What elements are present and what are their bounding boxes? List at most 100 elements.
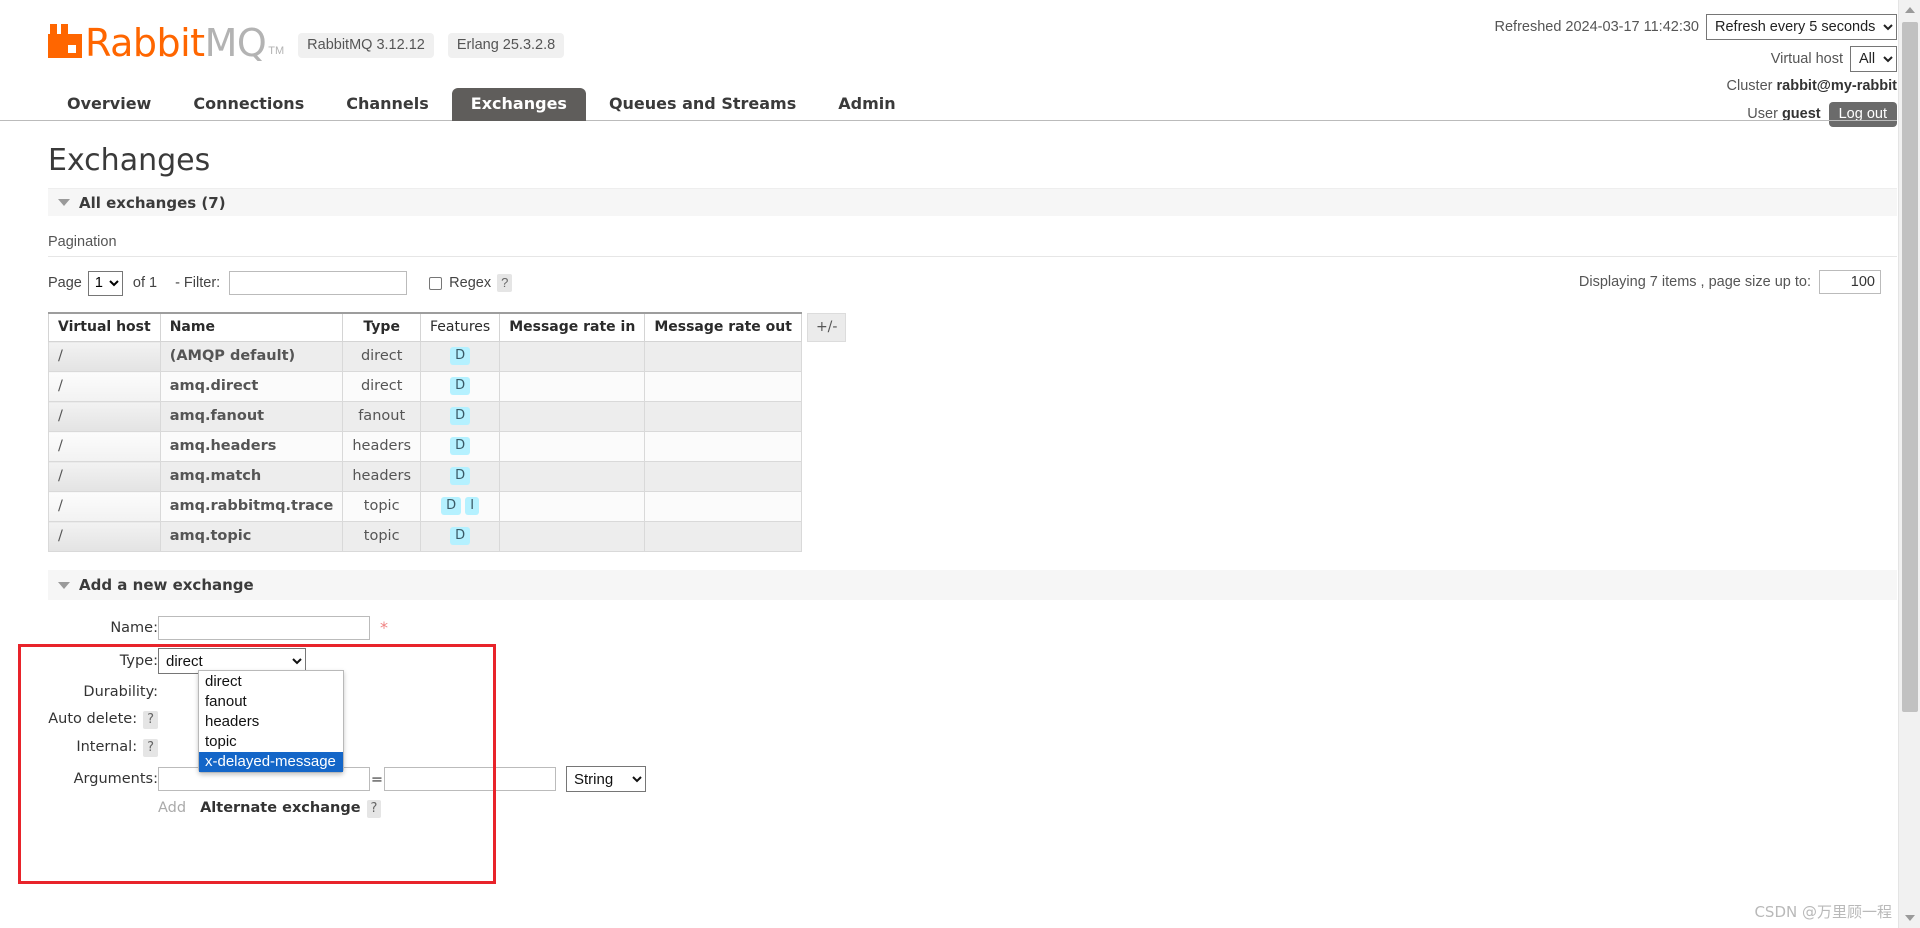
col-virtual-host[interactable]: Virtual host: [48, 312, 161, 342]
cell-name[interactable]: amq.topic: [159, 521, 344, 552]
cell-type: headers: [342, 431, 421, 462]
vhost-label: Virtual host: [1770, 51, 1843, 67]
col-message-rate-out[interactable]: Message rate out: [644, 312, 802, 342]
exchanges-table: Virtual host Name Type Features Message …: [48, 312, 802, 552]
cell-features: D: [419, 521, 501, 552]
exchanges-table-container: Virtual host Name Type Features Message …: [48, 312, 1897, 552]
cell-vhost: /: [48, 371, 161, 402]
arguments-field-label: Arguments:: [73, 771, 158, 787]
logo-wordmark: RabbitMQ: [85, 24, 267, 62]
cell-vhost: /: [48, 461, 161, 492]
add-exchange-label: Add a new exchange: [79, 576, 254, 594]
add-exchange-form: Name: * Type: direct Durability: Auto de…: [48, 600, 1897, 822]
tab-channels[interactable]: Channels: [327, 88, 448, 121]
page-number-select[interactable]: 1: [87, 270, 123, 296]
table-row[interactable]: / amq.rabbitmq.trace topic DI: [48, 491, 802, 522]
cell-vhost: /: [48, 491, 161, 522]
col-name[interactable]: Name: [159, 312, 344, 342]
cell-rate-out: [644, 431, 802, 462]
exchange-type-dropdown-list[interactable]: direct fanout headers topic x-delayed-me…: [198, 670, 344, 773]
tab-queues-and-streams[interactable]: Queues and Streams: [590, 88, 815, 121]
cell-type: topic: [342, 491, 421, 522]
argument-value-input[interactable]: [384, 767, 556, 791]
cell-name[interactable]: amq.direct: [159, 371, 344, 402]
auto-delete-help-icon[interactable]: ?: [143, 711, 158, 729]
cell-name[interactable]: amq.match: [159, 461, 344, 492]
cell-rate-out: [644, 401, 802, 432]
table-row[interactable]: / (AMQP default) direct D: [48, 341, 802, 372]
tab-admin[interactable]: Admin: [819, 88, 914, 121]
dropdown-option-topic[interactable]: topic: [199, 732, 343, 752]
rabbitmq-logo[interactable]: RabbitMQ TM RabbitMQ 3.12.12 Erlang 25.3…: [48, 24, 565, 62]
col-type[interactable]: Type: [342, 312, 421, 342]
cell-features: DI: [419, 491, 501, 522]
table-row[interactable]: / amq.fanout fanout D: [48, 401, 802, 432]
table-head: Virtual host Name Type Features Message …: [48, 312, 802, 342]
scrollbar-thumb[interactable]: [1902, 22, 1918, 712]
feature-badge-durable: D: [450, 377, 471, 395]
refresh-interval-select[interactable]: Refresh every 5 seconds: [1706, 14, 1897, 40]
exchange-name-input[interactable]: [158, 616, 370, 640]
col-features: Features: [419, 312, 501, 342]
name-field-cell: *: [158, 612, 646, 644]
table-row[interactable]: / amq.topic topic D: [48, 521, 802, 552]
vertical-scrollbar[interactable]: [1898, 0, 1920, 928]
page-title: Exchanges: [48, 143, 211, 178]
tab-overview[interactable]: Overview: [48, 88, 170, 121]
table-body: / (AMQP default) direct D / amq.direct d…: [48, 341, 802, 552]
rabbit-logo-icon: [48, 24, 82, 58]
add-exchange-section-header[interactable]: Add a new exchange: [48, 570, 1897, 600]
cell-rate-in: [499, 431, 646, 462]
cell-name[interactable]: (AMQP default): [159, 341, 344, 372]
cell-vhost: /: [48, 341, 161, 372]
dropdown-option-direct[interactable]: direct: [199, 672, 343, 692]
regex-checkbox[interactable]: [429, 276, 443, 290]
internal-help-icon[interactable]: ?: [143, 739, 158, 757]
cell-rate-in: [499, 341, 646, 372]
name-field-label: Name:: [110, 620, 158, 636]
collapse-caret-icon[interactable]: [58, 199, 70, 206]
all-exchanges-section-header[interactable]: All exchanges (7): [48, 188, 1897, 216]
argument-type-select[interactable]: String: [566, 766, 646, 792]
filter-label: - Filter:: [175, 275, 221, 291]
alternate-exchange-help-icon[interactable]: ?: [366, 800, 382, 818]
collapse-caret-icon[interactable]: [58, 581, 70, 589]
tab-connections[interactable]: Connections: [174, 88, 323, 121]
page-label: Page: [48, 275, 82, 291]
dropdown-option-fanout[interactable]: fanout: [199, 692, 343, 712]
main-navigation: Overview Connections Channels Exchanges …: [0, 88, 1897, 121]
durability-field-label: Durability:: [83, 684, 158, 700]
regex-help-icon[interactable]: ?: [497, 274, 513, 292]
cell-features: D: [419, 401, 501, 432]
scroll-down-arrow-icon[interactable]: [1899, 908, 1920, 928]
cell-features: D: [419, 461, 501, 492]
table-row[interactable]: / amq.match headers D: [48, 461, 802, 492]
cell-features: D: [419, 371, 501, 402]
scroll-up-arrow-icon[interactable]: [1899, 0, 1920, 20]
vhost-row: Virtual host All: [1495, 46, 1897, 72]
internal-text: Internal:: [76, 739, 138, 755]
col-message-rate-in[interactable]: Message rate in: [499, 312, 646, 342]
feature-badge-durable: D: [450, 347, 471, 365]
erlang-version-badge: Erlang 25.3.2.8: [447, 33, 565, 58]
add-argument-spacer: [48, 796, 158, 822]
dropdown-option-headers[interactable]: headers: [199, 712, 343, 732]
vhost-select[interactable]: All: [1850, 46, 1897, 72]
tab-exchanges[interactable]: Exchanges: [451, 88, 586, 121]
cell-vhost: /: [48, 521, 161, 552]
alternate-exchange-label: Alternate exchange: [200, 800, 361, 816]
table-row[interactable]: / amq.direct direct D: [48, 371, 802, 402]
table-row[interactable]: / amq.headers headers D: [48, 431, 802, 462]
page-size-input[interactable]: [1819, 270, 1881, 294]
toggle-columns-button[interactable]: +/-: [806, 313, 847, 342]
cell-rate-in: [499, 521, 646, 552]
dropdown-option-x-delayed-message[interactable]: x-delayed-message: [199, 752, 343, 772]
feature-badge-durable: D: [450, 527, 471, 545]
cell-name[interactable]: amq.fanout: [159, 401, 344, 432]
form-row-add-argument: Add Alternate exchange?: [48, 796, 646, 822]
filter-input[interactable]: [229, 271, 408, 295]
cell-name[interactable]: amq.headers: [159, 431, 344, 462]
cell-name[interactable]: amq.rabbitmq.trace: [159, 491, 344, 522]
form-row-durability: Durability:: [48, 678, 646, 706]
add-argument-link[interactable]: Add: [158, 800, 186, 816]
